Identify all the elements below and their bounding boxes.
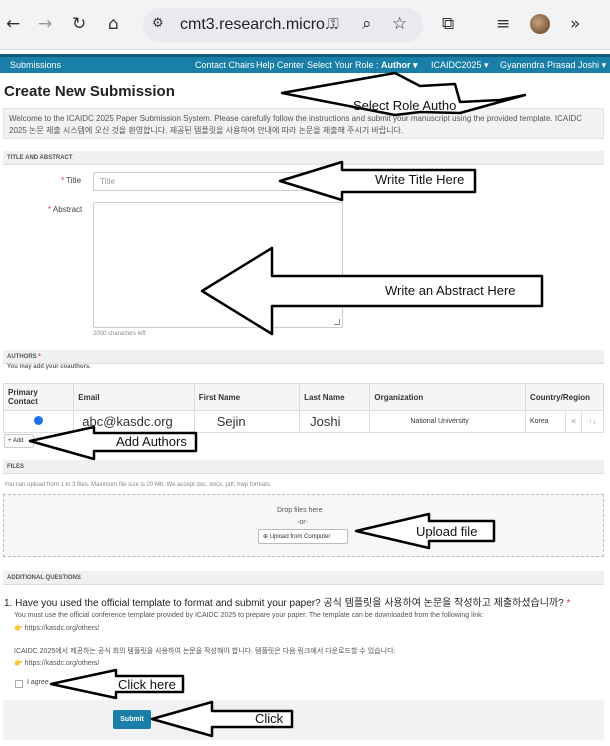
submit-button[interactable]: Submit	[113, 710, 151, 729]
template-link-2[interactable]: 👉 https://kasdc.org/others/	[14, 659, 99, 667]
nav-help-center[interactable]: Help Center	[256, 60, 304, 70]
site-info-icon[interactable]: ⚙	[152, 14, 164, 34]
browser-toolbar: ← → ↻ ⌂ ⚙ cmt3.research.micro... ⚿ ⌕ ☆ ⧉…	[0, 0, 610, 50]
welcome-message: Welcome to the ICAIDC 2025 Paper Submiss…	[3, 108, 604, 139]
table-row: abc@kasdc.org Sejin Joshi National Unive…	[2, 410, 605, 433]
pointing-hand-icon: 👉	[14, 625, 25, 632]
bookmark-star-icon[interactable]: ☆	[392, 14, 407, 34]
more-icon[interactable]: »	[570, 14, 580, 34]
abstract-label: * Abstract	[48, 205, 83, 214]
form-footer	[3, 700, 604, 740]
cancel-button[interactable]: Cancel	[175, 710, 213, 729]
resize-handle[interactable]	[334, 319, 340, 325]
template-link-1[interactable]: 👉 https://kasdc.org/others/	[14, 624, 99, 632]
page-title: Create New Submission	[4, 83, 175, 100]
question-1-korean: ICAIDC 2025에서 제공하는 공식 회의 템플릿을 사용하여 논문을 작…	[14, 648, 396, 655]
title-label: * Title	[61, 176, 82, 185]
annotation-title: Write Title Here	[375, 172, 465, 187]
app-navbar: Submissions Contact Chairs Help Center S…	[0, 54, 610, 73]
author-email: abc@kasdc.org	[73, 410, 195, 433]
question-1: 1. Have you used the official template t…	[4, 598, 571, 609]
agree-checkbox[interactable]	[15, 680, 23, 688]
role-label: Select Your Role :	[307, 60, 379, 70]
remove-author-icon[interactable]: ✕	[565, 410, 582, 433]
section-authors: AUTHORS *	[3, 350, 604, 364]
author-first-name: Sejin	[193, 410, 301, 433]
nav-submissions[interactable]: Submissions	[10, 60, 61, 70]
agree-label: I agree	[27, 679, 49, 686]
media-icon[interactable]: ≡	[496, 14, 510, 34]
pointing-hand-icon: 👉	[14, 660, 25, 667]
question-1-english: You must use the official conference tem…	[14, 612, 484, 619]
col-org: Organization	[369, 383, 526, 411]
upload-button[interactable]: ⊕ Upload from Computer	[258, 529, 348, 544]
primary-contact-radio[interactable]	[35, 417, 43, 424]
author-last-name: Joshi	[299, 410, 371, 433]
author-org: National University	[369, 410, 526, 433]
user-dropdown[interactable]: Gyanendra Prasad Joshi ▾	[500, 60, 606, 71]
col-primary: Primary Contact	[2, 383, 75, 411]
files-note: You can upload from 1 to 3 files. Maximu…	[4, 482, 272, 488]
forward-icon[interactable]: →	[38, 14, 52, 34]
home-icon[interactable]: ⌂	[108, 14, 119, 34]
annotation-agree: Click here	[118, 677, 176, 692]
col-country: Country/Region	[524, 383, 605, 411]
authors-table: Primary Contact Email First Name Last Na…	[2, 383, 605, 433]
annotation-abstract: Write an Abstract Here	[385, 283, 516, 298]
nav-contact-chairs[interactable]: Contact Chairs	[195, 60, 255, 70]
drop-text: Drop files here	[277, 507, 323, 514]
section-title-abstract: TITLE AND ABSTRACT	[3, 151, 604, 165]
col-last: Last Name	[299, 383, 371, 411]
col-first: First Name	[193, 383, 301, 411]
key-icon[interactable]: ⚿	[328, 14, 339, 34]
chars-left: 2000 characters left	[93, 331, 146, 337]
section-files: FILES	[3, 460, 604, 474]
authors-note: You may add your coauthors.	[7, 364, 91, 370]
annotation-upload: Upload file	[416, 524, 478, 539]
section-additional: ADDITIONAL QUESTIONS	[3, 571, 604, 585]
upload-icon: ⊕	[263, 534, 270, 540]
author-country: Korea	[524, 410, 567, 433]
add-author-button[interactable]: + Add	[4, 434, 34, 448]
profile-avatar[interactable]	[530, 14, 550, 34]
title-input[interactable]: Title	[93, 172, 341, 191]
annotation-submit: Click	[255, 711, 284, 726]
role-dropdown[interactable]: Author ▾	[381, 60, 418, 71]
reorder-icon[interactable]: ↑↓	[580, 410, 605, 433]
conference-dropdown[interactable]: ICAIDC2025 ▾	[431, 60, 489, 71]
abstract-textarea[interactable]	[93, 202, 343, 328]
or-text: -or-	[297, 519, 308, 526]
back-icon[interactable]: ←	[6, 14, 20, 34]
url-text: cmt3.research.micro...	[180, 16, 339, 33]
annotation-role: Select Role Autho	[353, 98, 457, 113]
col-email: Email	[73, 383, 195, 411]
extensions-icon[interactable]: ⧉	[442, 14, 454, 34]
annotation-authors: Add Authors	[116, 434, 187, 449]
reload-icon[interactable]: ↻	[72, 14, 86, 34]
zoom-icon[interactable]: ⌕	[362, 14, 372, 34]
